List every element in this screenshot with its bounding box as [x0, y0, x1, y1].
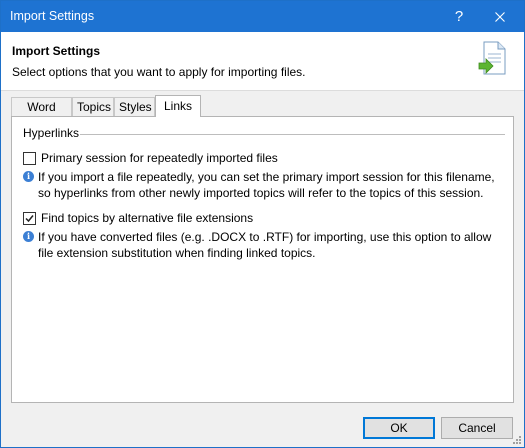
info-icon: i: [23, 231, 34, 242]
tab-topics[interactable]: Topics: [72, 97, 114, 116]
title-bar: Import Settings ?: [1, 1, 524, 32]
close-button[interactable]: [482, 1, 518, 32]
info-icon: i: [23, 171, 34, 182]
primary-session-info: i If you import a file repeatedly, you c…: [23, 169, 503, 201]
alternative-extensions-checkbox[interactable]: Find topics by alternative file extensio…: [23, 211, 253, 225]
hyperlinks-group-label: Hyperlinks: [23, 126, 80, 140]
header-subtitle: Select options that you want to apply fo…: [12, 65, 306, 79]
tab-word-files[interactable]: Word Files: [11, 97, 72, 133]
primary-session-info-text: If you import a file repeatedly, you can…: [38, 170, 495, 200]
group-divider: [80, 134, 505, 135]
tab-styles[interactable]: Styles: [114, 97, 155, 116]
checkbox-unchecked[interactable]: [23, 151, 36, 165]
import-settings-dialog: Import Settings ? Import Settings Select…: [0, 0, 525, 448]
help-button[interactable]: ?: [441, 1, 477, 32]
alternative-extensions-info: i If you have converted files (e.g. .DOC…: [23, 229, 503, 261]
help-icon: ?: [454, 8, 464, 25]
checkbox-checked[interactable]: [23, 211, 36, 225]
alternative-extensions-label: Find topics by alternative file extensio…: [41, 211, 254, 225]
checkmark-icon: [25, 214, 34, 222]
ok-button[interactable]: OK: [363, 417, 435, 439]
primary-session-label: Primary session for repeatedly imported …: [41, 151, 278, 165]
dialog-header: Import Settings Select options that you …: [1, 32, 524, 91]
header-title: Import Settings: [12, 44, 101, 58]
resize-grip-icon[interactable]: [512, 435, 522, 445]
dialog-footer: OK Cancel: [1, 407, 524, 447]
window-title: Import Settings: [10, 9, 95, 23]
primary-session-checkbox[interactable]: Primary session for repeatedly imported …: [23, 151, 278, 165]
alternative-extensions-info-text: If you have converted files (e.g. .DOCX …: [38, 230, 492, 260]
cancel-button[interactable]: Cancel: [441, 417, 513, 439]
tab-links[interactable]: Links: [155, 95, 201, 117]
links-tab-panel: Hyperlinks Primary session for repeatedl…: [11, 116, 514, 403]
import-document-icon: [478, 41, 506, 75]
close-icon: [495, 11, 505, 22]
